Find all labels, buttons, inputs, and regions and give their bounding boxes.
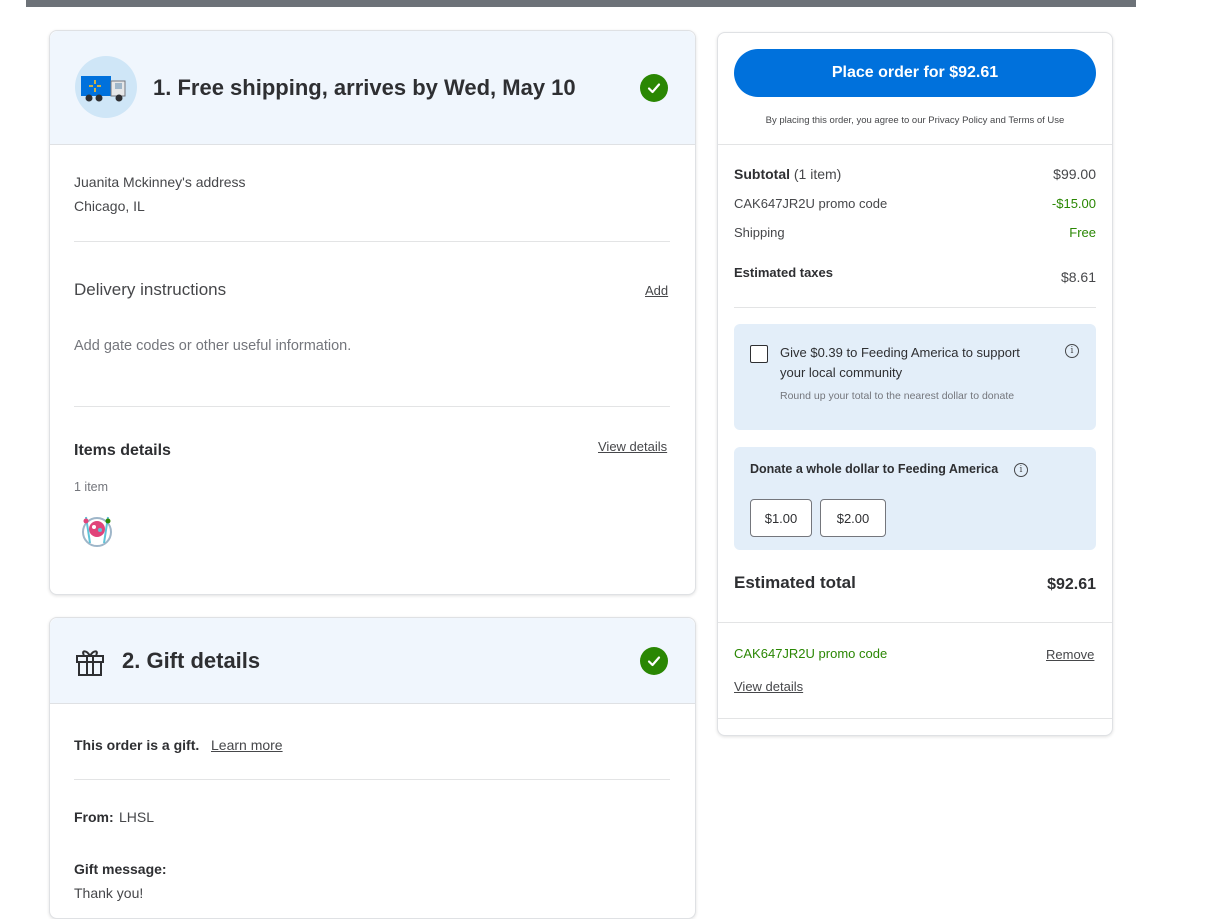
gift-from-label: From: <box>74 809 114 825</box>
taxes-value: $8.61 <box>1060 269 1096 285</box>
gift-title: 2. Gift details <box>122 648 261 673</box>
divider <box>718 622 1112 623</box>
remove-promo-link[interactable]: Remove <box>1046 647 1094 662</box>
taxes-row: Estimated taxes $8.61 <box>734 265 1096 287</box>
delivery-instructions-input[interactable]: Add gate codes or other useful informati… <box>74 338 351 354</box>
applied-promo-label: CAK647JR2U promo code <box>734 646 888 661</box>
subtotal-label: Subtotal <box>734 166 790 182</box>
total-row: Estimated total $92.61 <box>734 573 1096 599</box>
divider <box>74 241 670 242</box>
shipping-title: 1. Free shipping, arrives by Wed, May 10 <box>153 75 576 100</box>
walmart-truck-icon <box>75 56 137 118</box>
check-circle-icon <box>640 74 668 102</box>
shipping-label: Shipping <box>734 225 785 240</box>
gift-message-label: Gift message: <box>74 861 167 877</box>
info-icon[interactable]: i <box>1065 344 1079 358</box>
gift-header: 2. Gift details <box>50 618 695 704</box>
order-summary-card: Place order for $92.61 By placing this o… <box>717 32 1113 736</box>
gift-learn-more-link[interactable]: Learn more <box>211 737 283 753</box>
promo-label: CAK647JR2U promo code <box>734 196 888 211</box>
donate-whole-label: Donate a whole dollar to Feeding America <box>750 462 999 476</box>
taxes-label: Estimated taxes <box>734 265 833 280</box>
items-view-details-link[interactable]: View details <box>598 439 667 454</box>
shipping-card: 1. Free shipping, arrives by Wed, May 10… <box>49 30 696 595</box>
check-circle-icon <box>640 647 668 675</box>
gift-card: 2. Gift details This order is a gift. Le… <box>49 617 696 919</box>
divider <box>74 779 670 780</box>
donate-roundup-panel: Give $0.39 to Feeding America to support… <box>734 324 1096 430</box>
divider <box>734 307 1096 308</box>
divider <box>74 406 670 407</box>
donate-roundup-line1: Give $0.39 to Feeding America to support <box>780 345 1020 360</box>
divider <box>718 718 1112 719</box>
total-label: Estimated total <box>734 573 856 592</box>
subtotal-count: (1 item) <box>793 166 842 182</box>
top-bar <box>26 0 1136 7</box>
address-city: Chicago, IL <box>74 198 145 214</box>
info-icon[interactable]: i <box>1014 463 1028 477</box>
address-name: Juanita Mckinney's address <box>74 174 246 190</box>
shipping-row: Shipping Free <box>734 225 1096 245</box>
gift-message-value: Thank you! <box>74 885 144 901</box>
promo-row: CAK647JR2U promo code -$15.00 <box>734 196 1096 216</box>
delivery-instructions-label: Delivery instructions <box>74 280 227 299</box>
donate-whole-panel: Donate a whole dollar to Feeding America… <box>734 447 1096 550</box>
shipping-value: Free <box>1069 225 1096 240</box>
promo-value: -$15.00 <box>1051 196 1096 211</box>
subtotal-row: Subtotal (1 item) $99.00 <box>734 166 1096 186</box>
items-count: 1 item <box>74 480 109 494</box>
gift-from-value: LHSL <box>119 809 155 825</box>
terms-text: By placing this order, you agree to our … <box>765 115 1065 126</box>
gift-status: This order is a gift. <box>74 737 200 753</box>
delivery-add-link[interactable]: Add <box>645 283 668 298</box>
promo-view-details-link[interactable]: View details <box>734 679 803 694</box>
total-value: $92.61 <box>1047 576 1096 593</box>
shipping-header: 1. Free shipping, arrives by Wed, May 10 <box>50 31 695 145</box>
place-order-button[interactable]: Place order for $92.61 <box>734 49 1096 97</box>
subtotal-value: $99.00 <box>1053 166 1096 182</box>
divider <box>718 144 1112 145</box>
items-details-label: Items details <box>74 442 171 459</box>
donate-roundup-checkbox[interactable] <box>750 345 768 363</box>
donate-1-button[interactable]: $1.00 <box>750 499 812 537</box>
donate-roundup-line2: your local community <box>780 365 903 380</box>
item-thumbnail[interactable] <box>74 507 120 553</box>
donate-roundup-subtext: Round up your total to the nearest dolla… <box>780 390 1015 402</box>
donate-2-button[interactable]: $2.00 <box>820 499 886 537</box>
gift-icon <box>74 646 106 678</box>
